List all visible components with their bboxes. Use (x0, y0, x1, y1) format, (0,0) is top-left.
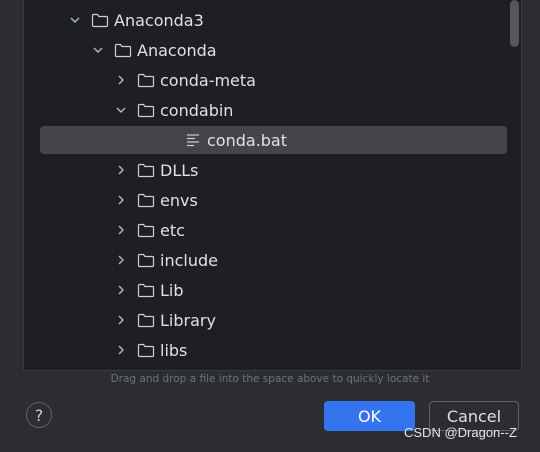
tree-row[interactable]: Library (113, 305, 216, 335)
file-tree[interactable]: Anaconda3 Anaconda conda-meta condabin conda… (23, 0, 522, 371)
scrollbar-thumb[interactable] (510, 0, 519, 47)
chevron-right-icon[interactable] (113, 312, 129, 328)
tree-row-label: Anaconda (137, 40, 217, 60)
tree-row-label: conda-meta (160, 70, 256, 90)
tree-row-label: include (160, 250, 218, 270)
tree-row-label: Lib (160, 280, 184, 300)
tree-row[interactable]: Anaconda (90, 35, 217, 65)
folder-icon (137, 342, 155, 358)
tree-row[interactable]: condabin (113, 95, 233, 125)
help-button[interactable]: ? (26, 402, 52, 428)
folder-icon (137, 192, 155, 208)
folder-icon (137, 162, 155, 178)
tree-row-label: DLLs (160, 160, 199, 180)
ok-button[interactable]: OK (324, 401, 415, 431)
tree-row-label: conda.bat (207, 130, 288, 150)
text-file-icon (184, 132, 202, 148)
folder-icon (137, 282, 155, 298)
tree-row[interactable]: conda.bat (40, 126, 507, 154)
chevron-right-icon[interactable] (113, 282, 129, 298)
tree-row[interactable]: Anaconda3 (67, 5, 204, 35)
folder-icon (114, 42, 132, 58)
tree-row[interactable]: etc (113, 215, 185, 245)
tree-row[interactable]: envs (113, 185, 198, 215)
chevron-right-icon[interactable] (113, 222, 129, 238)
watermark: CSDN @Dragon--Z (404, 425, 517, 440)
folder-icon (137, 252, 155, 268)
tree-row-label: etc (160, 220, 185, 240)
tree-row[interactable]: conda-meta (113, 65, 256, 95)
tree-row[interactable]: include (113, 245, 218, 275)
folder-icon (91, 12, 109, 28)
chevron-down-icon[interactable] (67, 12, 83, 28)
tree-row-label: envs (160, 190, 198, 210)
tree-row[interactable]: Lib (113, 275, 184, 305)
tree-row[interactable]: libs (113, 335, 187, 365)
tree-row-label: condabin (160, 100, 234, 120)
chevron-down-icon[interactable] (113, 102, 129, 118)
chevron-right-icon[interactable] (113, 252, 129, 268)
chevron-right-icon[interactable] (113, 342, 129, 358)
tree-row-label: Library (160, 310, 216, 330)
tree-row-label: Anaconda3 (114, 10, 204, 30)
folder-icon (137, 312, 155, 328)
chevron-right-icon[interactable] (113, 72, 129, 88)
tree-row-label: libs (160, 340, 188, 360)
folder-icon (137, 102, 155, 118)
chevron-down-icon[interactable] (90, 42, 106, 58)
folder-icon (137, 72, 155, 88)
folder-icon (137, 222, 155, 238)
chevron-right-icon[interactable] (113, 192, 129, 208)
tree-row[interactable]: DLLs (113, 155, 198, 185)
drag-drop-hint: Drag and drop a file into the space abov… (110, 373, 430, 385)
chevron-right-icon[interactable] (113, 162, 129, 178)
